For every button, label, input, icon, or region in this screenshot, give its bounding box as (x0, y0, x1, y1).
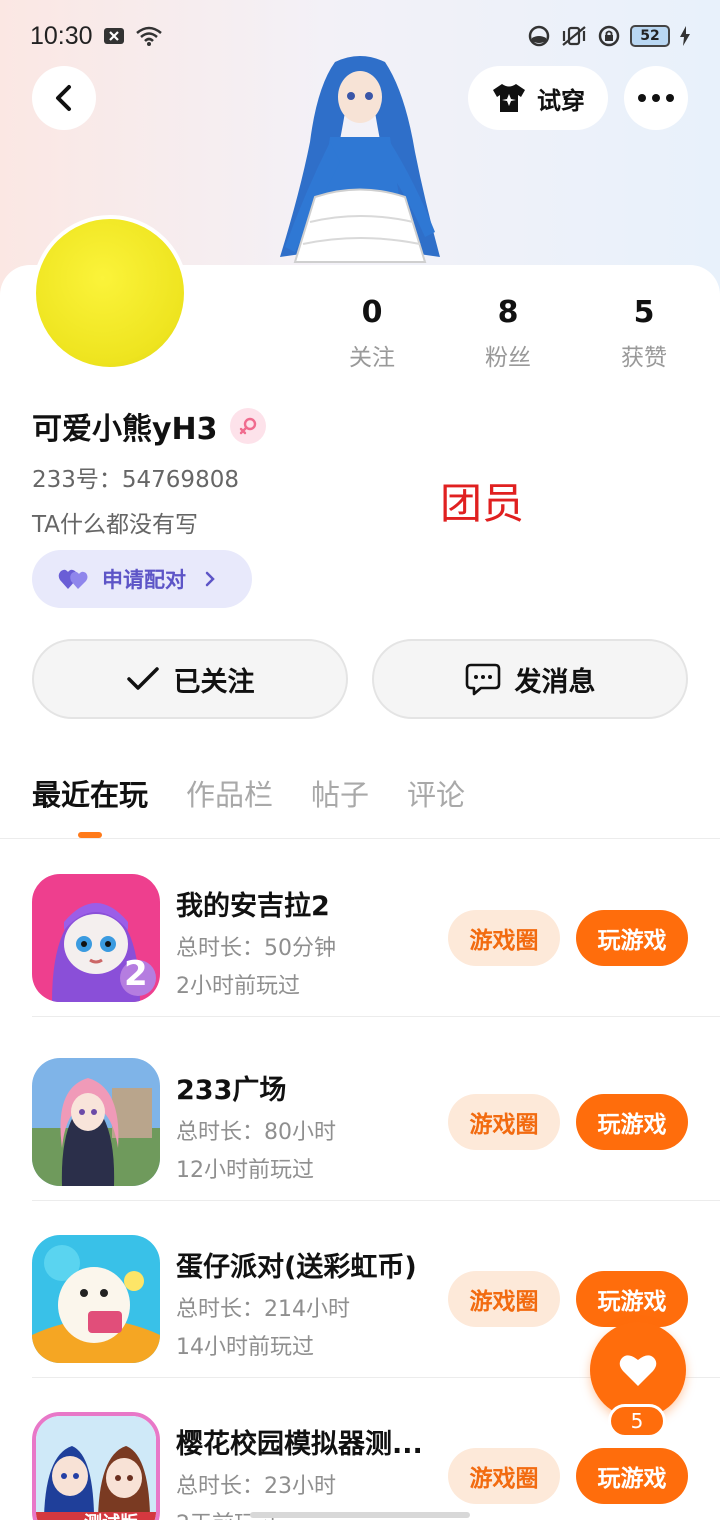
list-item[interactable]: 2 我的安吉拉2 总时长：50分钟 2小时前玩过 游戏圈 玩游戏 (0, 840, 720, 1017)
wifi-icon (135, 25, 163, 47)
row-divider (32, 1016, 720, 1017)
battery-indicator: 52 (630, 25, 670, 47)
like-count-badge: 5 (608, 1404, 666, 1438)
more-button[interactable] (624, 66, 688, 130)
game-duration: 总时长：50分钟 (176, 936, 336, 961)
try-on-button[interactable]: 试穿 (468, 66, 608, 130)
followed-button[interactable]: 已关注 (32, 639, 348, 719)
game-duration: 总时长：214小时 (176, 1297, 350, 1322)
game-title: 樱花校园模拟器测... (176, 1429, 423, 1460)
list-item[interactable]: 233广场 总时长：80小时 12小时前玩过 游戏圈 玩游戏 (0, 1024, 720, 1201)
pair-request-label: 申请配对 (102, 568, 186, 592)
tab-recently-played[interactable]: 最近在玩 (32, 772, 148, 814)
tabs-divider (0, 838, 720, 839)
profile-stats: 0 关注 8 粉丝 5 获赞 (304, 295, 712, 372)
chat-bubble-icon (465, 663, 500, 696)
stat-following-label: 关注 (349, 345, 395, 371)
status-bar: 10:30 52 (0, 0, 720, 72)
user-id: 233号：54769808 (32, 467, 239, 493)
game-icon-badge: 测试版 (84, 1509, 138, 1520)
profile-tabs: 最近在玩 作品栏 帖子 评论 (32, 772, 465, 814)
game-icon-eggy-party (32, 1235, 160, 1363)
game-title: 233广场 (176, 1075, 287, 1106)
play-game-button[interactable]: 玩游戏 (576, 910, 688, 966)
tshirt-icon (493, 84, 525, 112)
game-circle-button[interactable]: 游戏圈 (448, 1271, 560, 1327)
stat-likes-value: 5 (633, 295, 655, 330)
send-message-button[interactable]: 发消息 (372, 639, 688, 719)
pair-request-button[interactable]: 申请配对 (32, 550, 252, 608)
game-icon-sakura-school: 测试版 (32, 1412, 160, 1520)
tab-comments[interactable]: 评论 (407, 772, 465, 814)
game-duration: 总时长：23小时 (176, 1474, 336, 1499)
data-saver-icon (528, 25, 550, 47)
stat-fans-value: 8 (497, 295, 519, 330)
more-dots-icon (638, 94, 674, 102)
play-game-button[interactable]: 玩游戏 (576, 1271, 688, 1327)
game-title: 我的安吉拉2 (176, 891, 330, 922)
stat-following[interactable]: 0 关注 (304, 295, 440, 372)
chevron-right-icon (205, 571, 215, 587)
stat-likes-label: 获赞 (621, 345, 667, 371)
send-message-label: 发消息 (514, 666, 596, 698)
back-button[interactable] (32, 66, 96, 130)
chevron-left-icon (56, 85, 71, 111)
notification-x-icon (103, 27, 125, 45)
game-circle-button[interactable]: 游戏圈 (448, 1448, 560, 1504)
game-last-played: 2小时前玩过 (176, 974, 300, 999)
user-bio: TA什么都没有写 (32, 512, 198, 538)
avatar[interactable] (32, 215, 188, 371)
game-circle-button[interactable]: 游戏圈 (448, 1094, 560, 1150)
play-game-button[interactable]: 玩游戏 (576, 1448, 688, 1504)
game-title: 蛋仔派对(送彩虹币) (176, 1252, 417, 1283)
username: 可爱小熊yH3 (32, 412, 218, 447)
stat-fans-label: 粉丝 (485, 345, 531, 371)
vibrate-off-icon (560, 25, 588, 47)
check-icon (126, 667, 159, 690)
tab-works[interactable]: 作品栏 (186, 772, 273, 814)
rotation-lock-icon (598, 25, 620, 47)
game-last-played: 14小时前玩过 (176, 1335, 314, 1360)
game-duration: 总时长：80小时 (176, 1120, 336, 1145)
username-row: 可爱小熊yH3 (32, 404, 266, 448)
game-circle-button[interactable]: 游戏圈 (448, 910, 560, 966)
charging-icon (680, 26, 690, 46)
heart-icon (619, 1355, 657, 1386)
game-icon-badge: 2 (124, 954, 148, 994)
stat-following-value: 0 (361, 295, 383, 330)
avatar-3d-figure (280, 56, 440, 263)
stat-fans[interactable]: 8 粉丝 (440, 295, 576, 372)
play-game-button[interactable]: 玩游戏 (576, 1094, 688, 1150)
female-gender-icon (229, 408, 266, 444)
try-on-label: 试穿 (537, 86, 585, 115)
home-indicator[interactable] (250, 1512, 470, 1518)
member-stamp: 团员 (440, 479, 525, 528)
stat-likes[interactable]: 5 获赞 (576, 295, 712, 372)
followed-label: 已关注 (173, 666, 255, 698)
double-heart-icon (58, 569, 88, 589)
tab-posts[interactable]: 帖子 (311, 772, 369, 814)
status-time: 10:30 (30, 21, 93, 50)
game-icon-angela: 2 (32, 874, 160, 1002)
game-icon-233-plaza (32, 1058, 160, 1186)
game-last-played: 12小时前玩过 (176, 1158, 314, 1183)
